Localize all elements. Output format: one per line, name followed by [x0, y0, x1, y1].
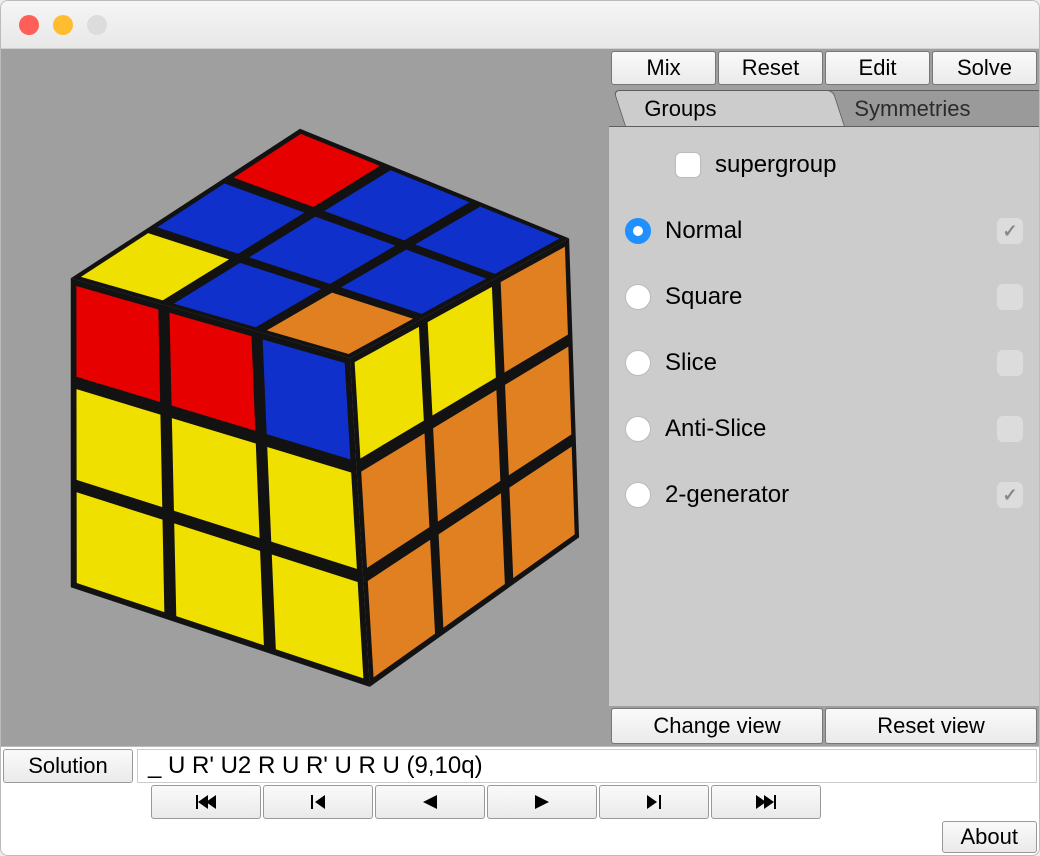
- option-square: Square: [625, 283, 1023, 311]
- supergroup-checkbox[interactable]: [675, 152, 701, 178]
- flag-anti-slice[interactable]: [997, 416, 1023, 442]
- app-window: Mix Reset Edit Solve Groups Symmetries s…: [0, 0, 1040, 856]
- tab-groups[interactable]: Groups: [613, 90, 845, 126]
- about-row: About: [1, 819, 1039, 855]
- playback-last-button[interactable]: [711, 785, 821, 819]
- flag-normal[interactable]: [997, 218, 1023, 244]
- supergroup-row: supergroup: [625, 151, 1023, 179]
- radio-square[interactable]: [625, 284, 651, 310]
- playback-first-button[interactable]: [151, 785, 261, 819]
- about-button[interactable]: About: [942, 821, 1038, 853]
- option-anti-slice: Anti-Slice: [625, 415, 1023, 443]
- view-buttons: Change view Reset view: [609, 706, 1039, 746]
- playback-row: [1, 785, 1039, 819]
- reset-button[interactable]: Reset: [718, 51, 823, 85]
- tab-row: Groups Symmetries: [609, 87, 1039, 127]
- playback-back-button[interactable]: [375, 785, 485, 819]
- window-zoom-button[interactable]: [87, 15, 107, 35]
- solution-row: Solution _ U R' U2 R U R' U R U (9,10q): [1, 747, 1039, 785]
- solution-label: Solution: [3, 749, 133, 783]
- mix-button[interactable]: Mix: [611, 51, 716, 85]
- window-close-button[interactable]: [19, 15, 39, 35]
- reset-view-button[interactable]: Reset view: [825, 708, 1037, 744]
- window-minimize-button[interactable]: [53, 15, 73, 35]
- solution-text[interactable]: _ U R' U2 R U R' U R U (9,10q): [137, 749, 1037, 783]
- option-normal: Normal: [625, 217, 1023, 245]
- option-slice: Slice: [625, 349, 1023, 377]
- flag-square[interactable]: [997, 284, 1023, 310]
- tab-symmetries[interactable]: Symmetries: [823, 90, 1040, 126]
- action-buttons: Mix Reset Edit Solve: [609, 49, 1039, 87]
- side-panel: Mix Reset Edit Solve Groups Symmetries s…: [609, 49, 1039, 746]
- flag-slice[interactable]: [997, 350, 1023, 376]
- supergroup-label: supergroup: [715, 151, 1023, 179]
- titlebar: [1, 1, 1039, 49]
- radio-2-generator[interactable]: [625, 482, 651, 508]
- main-body: Mix Reset Edit Solve Groups Symmetries s…: [1, 49, 1039, 746]
- cube-viewport[interactable]: [1, 49, 609, 746]
- option-2-generator: 2-generator: [625, 481, 1023, 509]
- groups-panel: supergroup Normal Square Slice: [609, 127, 1039, 706]
- playback-forward-button[interactable]: [487, 785, 597, 819]
- edit-button[interactable]: Edit: [825, 51, 930, 85]
- flag-2-generator[interactable]: [997, 482, 1023, 508]
- radio-normal[interactable]: [625, 218, 651, 244]
- solve-button[interactable]: Solve: [932, 51, 1037, 85]
- playback-next-button[interactable]: [599, 785, 709, 819]
- playback-prev-button[interactable]: [263, 785, 373, 819]
- footer: Solution _ U R' U2 R U R' U R U (9,10q): [1, 746, 1039, 855]
- change-view-button[interactable]: Change view: [611, 708, 823, 744]
- radio-anti-slice[interactable]: [625, 416, 651, 442]
- radio-slice[interactable]: [625, 350, 651, 376]
